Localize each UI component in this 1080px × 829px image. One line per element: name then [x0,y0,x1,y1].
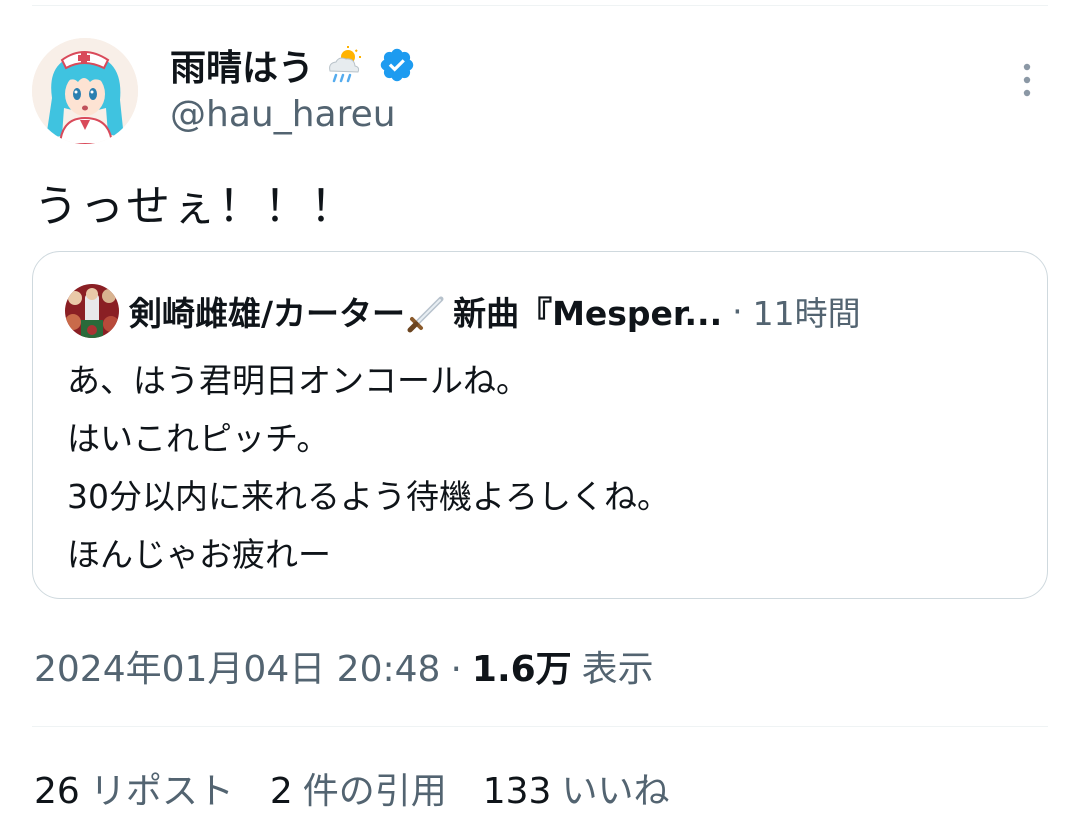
top-divider [32,5,1048,6]
quoted-separator: · [732,291,743,331]
quotes-stat[interactable]: 2 件の引用 [270,762,447,814]
quoted-line: ほんじゃお疲れー [67,535,331,574]
tweet-timestamp[interactable]: 2024年01月04日 20:48 [34,640,440,692]
author-avatar[interactable] [32,38,138,144]
author-name-row[interactable]: 雨晴はう [170,40,416,90]
quoted-time[interactable]: 11時間 [753,287,861,335]
author-handle[interactable]: @hau_hareu [170,94,396,135]
quoted-tweet-text: あ、はう君明日オンコールね。 はいこれピッチ。 30分以内に来れるよう待機よろし… [67,352,670,584]
reposts-count: 26 [34,771,80,812]
verified-badge-icon[interactable] [378,46,416,84]
reposts-stat[interactable]: 26 リポスト [34,762,234,814]
quoted-author-avatar[interactable] [65,284,119,338]
quoted-author-name[interactable]: 剣崎雌雄/カーター 新曲『Mesper... [129,287,722,335]
engagement-stats: 26 リポスト 2 件の引用 133 いいね [34,762,669,814]
quoted-tweet-header: 剣崎雌雄/カーター 新曲『Mesper... · 11時間 [65,284,861,338]
sword-icon [407,289,451,333]
tweet-text: うっせぇ！！！ [34,181,356,232]
quoted-line: あ、はう君明日オンコールね。 [67,361,529,400]
likes-count: 133 [482,771,552,812]
timestamp-separator: · [450,649,462,690]
reposts-label: リポスト [89,771,234,812]
timestamp-row: 2024年01月04日 20:48 · 1.6万 表示 [34,640,654,692]
more-vertical-icon [1023,63,1031,97]
quotes-count: 2 [269,771,293,812]
likes-stat[interactable]: 133 いいね [483,762,670,814]
quoted-line: はいこれピッチ。 [67,419,330,458]
stats-divider [32,726,1048,727]
author-display-name[interactable]: 雨晴はう [170,39,314,91]
views-count: 1.6万 [471,649,572,690]
views-label: 表示 [581,649,654,690]
weather-icon [324,45,364,85]
likes-label: いいね [561,771,670,812]
quotes-label: 件の引用 [302,771,447,812]
quoted-author-name-part2: 新曲『Mesper... [453,294,723,333]
quoted-author-name-part1: 剣崎雌雄/カーター [129,294,406,333]
quoted-line: 30分以内に来れるよう待機よろしくね。 [67,477,670,516]
quoted-tweet-card[interactable]: 剣崎雌雄/カーター 新曲『Mesper... · 11時間 あ、はう君明日オンコ… [32,251,1048,599]
more-options-button[interactable] [1010,58,1044,102]
